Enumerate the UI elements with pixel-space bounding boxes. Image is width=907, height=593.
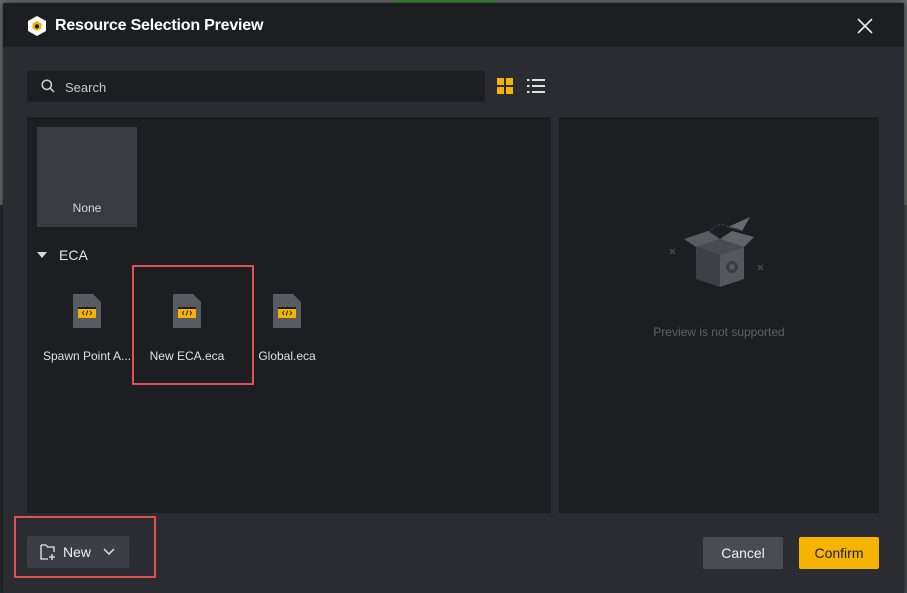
none-resource-tile[interactable]: None: [37, 127, 137, 227]
list-view-icon[interactable]: [527, 78, 545, 94]
cancel-button[interactable]: Cancel: [703, 537, 783, 569]
new-resource-button[interactable]: New: [27, 536, 129, 568]
preview-unsupported-message: Preview is not supported: [653, 325, 785, 339]
grid-view-icon[interactable]: [497, 78, 513, 94]
dialog-titlebar: Resource Selection Preview: [3, 3, 904, 47]
resource-item[interactable]: New ECA.eca: [137, 282, 237, 372]
caret-down-icon: [37, 252, 47, 258]
resource-item[interactable]: Global.eca: [237, 282, 337, 372]
chevron-down-icon: [103, 548, 115, 555]
dialog-title: Resource Selection Preview: [55, 17, 264, 34]
empty-box-icon: [669, 217, 764, 287]
search-box: [27, 71, 485, 104]
search-icon: [41, 79, 55, 93]
resource-item-label: Global.eca: [258, 349, 316, 363]
close-icon[interactable]: [856, 17, 874, 35]
resource-item-label: Spawn Point A...: [42, 349, 132, 363]
eca-file-icon: [73, 294, 101, 328]
new-button-label: New: [63, 544, 92, 560]
resource-item-label: New ECA.eca: [149, 349, 225, 363]
none-label: None: [72, 201, 102, 215]
resource-selection-dialog: Resource Selection Preview None: [3, 3, 904, 593]
new-file-icon: [40, 544, 55, 560]
resource-item[interactable]: Spawn Point A...: [37, 282, 137, 372]
search-input[interactable]: [63, 71, 477, 104]
eca-file-icon: [173, 294, 201, 328]
app-logo-icon: [28, 16, 46, 36]
preview-panel: Preview is not supported: [559, 117, 879, 513]
eca-file-icon: [273, 294, 301, 328]
resource-list-panel: None ECA Spawn Point A... New ECA.eca Gl…: [27, 117, 551, 513]
section-label: ECA: [59, 247, 88, 263]
confirm-button[interactable]: Confirm: [799, 537, 879, 569]
